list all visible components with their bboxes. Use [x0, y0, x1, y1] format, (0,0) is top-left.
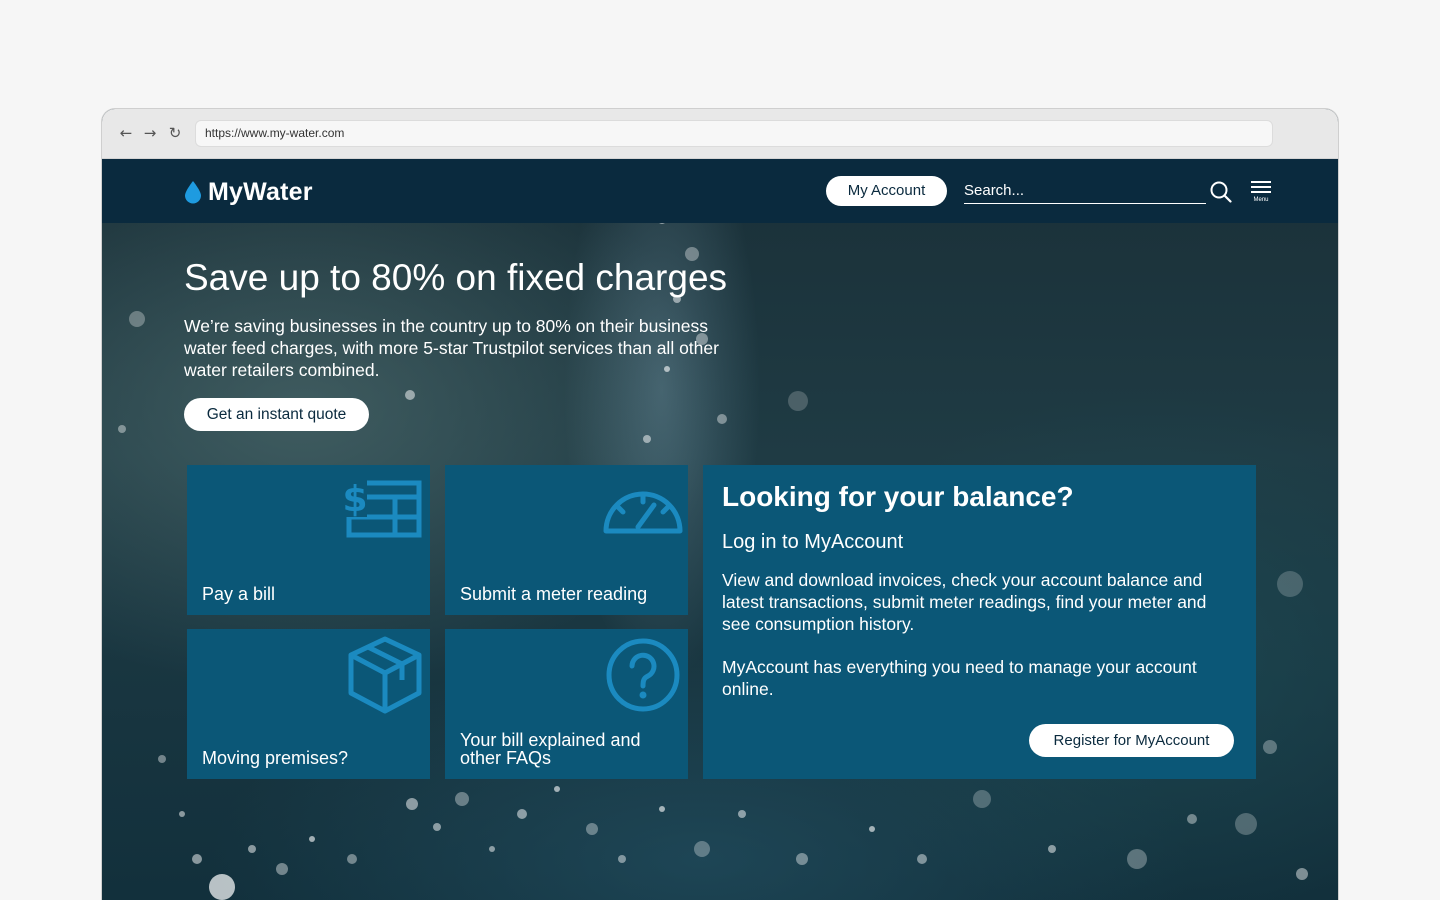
site-header: MyWater My Account Menu — [102, 159, 1338, 223]
back-arrow-icon[interactable]: ← — [117, 124, 135, 142]
website: MyWater My Account Menu Save up to 80% o… — [102, 159, 1338, 900]
balance-summary: MyAccount has everything you need to man… — [722, 657, 1197, 699]
search-icon[interactable] — [1210, 181, 1232, 203]
menu-label: Menu — [1253, 197, 1269, 203]
tile-label: Moving premises? — [202, 748, 349, 768]
balance-title: Looking for your balance? — [722, 481, 1074, 512]
tile-meter-reading[interactable]: Submit a meter reading — [445, 465, 688, 615]
bill-icon: $ — [345, 477, 422, 538]
forward-arrow-icon[interactable]: → — [141, 124, 159, 142]
meter-gauge-icon — [603, 491, 683, 534]
browser-window: ← → ↻ https://www.my-water.com MyWater M… — [101, 108, 1339, 900]
reload-icon[interactable]: ↻ — [166, 124, 184, 142]
hero-text: We’re saving businesses in the country u… — [184, 316, 719, 380]
hero-title: Save up to 80% on fixed charges — [184, 257, 728, 298]
logo-text: MyWater — [208, 177, 313, 206]
browser-toolbar: ← → ↻ https://www.my-water.com — [102, 109, 1338, 159]
search-input[interactable] — [964, 177, 1206, 204]
tile-moving-premises[interactable]: Moving premises? — [187, 629, 430, 779]
logo[interactable]: MyWater — [184, 177, 313, 207]
question-circle-icon — [606, 638, 680, 712]
balance-description: View and download invoices, check your a… — [722, 570, 1207, 634]
instant-quote-button[interactable]: Get an instant quote — [184, 398, 369, 431]
menu-button[interactable]: Menu — [1249, 180, 1273, 206]
tile-label: Your bill explained and other FAQs — [460, 730, 641, 768]
address-bar[interactable]: https://www.my-water.com — [195, 120, 1273, 147]
tile-pay-bill[interactable]: $ Pay a bill — [187, 465, 430, 615]
hamburger-icon — [1251, 181, 1271, 193]
register-myaccount-button[interactable]: Register for MyAccount — [1029, 724, 1234, 757]
my-account-button[interactable]: My Account — [826, 176, 947, 206]
tile-bill-faqs[interactable]: Your bill explained and other FAQs — [445, 629, 688, 779]
balance-subtitle: Log in to MyAccount — [722, 531, 904, 553]
svg-text:$: $ — [345, 479, 368, 520]
box-icon — [348, 636, 422, 714]
tile-label: Pay a bill — [202, 584, 276, 604]
tile-label: Submit a meter reading — [460, 584, 648, 604]
water-drop-icon — [185, 181, 201, 204]
balance-panel: Looking for your balance? Log in to MyAc… — [703, 465, 1256, 779]
